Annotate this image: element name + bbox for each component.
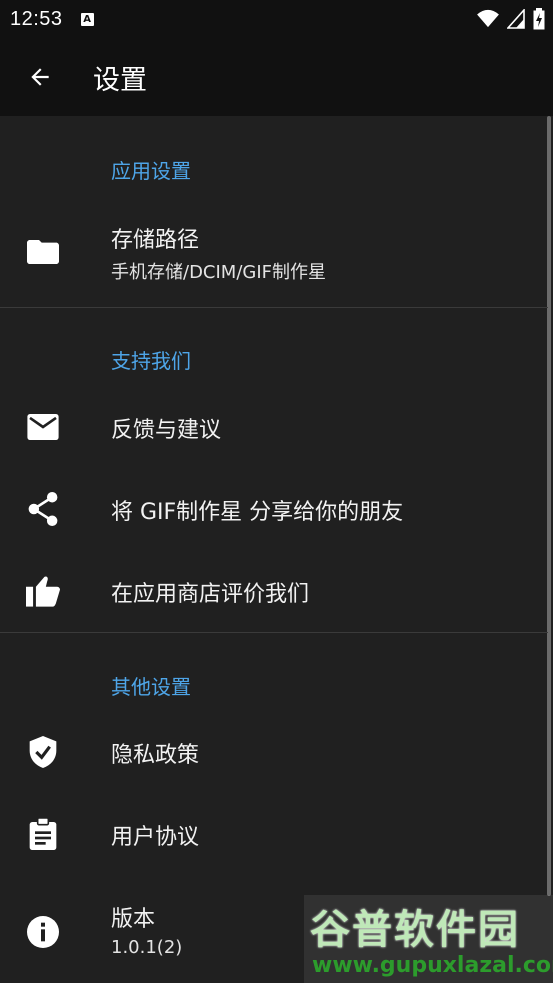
app-bar: 设置 [0,38,553,116]
watermark: 谷普软件园 www.gupuxlazal.com [304,895,553,983]
thumb-up-icon [26,574,60,608]
status-time: 12:53 [10,7,63,30]
signal-icon [507,9,525,29]
rate-item[interactable]: 在应用商店评价我们 [0,550,548,632]
watermark-name: 谷普软件园 [310,907,520,953]
status-icons [477,8,545,30]
wifi-icon [477,9,499,28]
storage-path-item[interactable]: 存储路径 手机存储/DCIM/GIF制作星 [0,208,548,298]
agreement-label: 用户协议 [111,825,200,850]
feedback-item[interactable]: 反馈与建议 [0,386,548,468]
shield-check-icon [26,735,60,769]
back-button[interactable] [0,38,80,116]
rate-label: 在应用商店评价我们 [111,582,310,607]
folder-icon [26,235,60,269]
battery-icon [533,8,545,30]
section-title-support: 支持我们 [111,349,191,373]
version-label: 版本 [111,907,156,932]
notification-icon: A [80,12,94,26]
page-title: 设置 [93,64,147,95]
feedback-label: 反馈与建议 [111,418,222,443]
privacy-item[interactable]: 隐私政策 [0,711,548,793]
section-title-app: 应用设置 [111,159,191,183]
storage-path-label: 存储路径 [111,228,200,253]
info-icon [26,915,60,949]
share-item[interactable]: 将 GIF制作星 分享给你的朋友 [0,468,548,550]
watermark-url: www.gupuxlazal.com [312,953,553,978]
divider [0,632,548,633]
mail-icon [26,410,60,444]
version-value: 1.0.1(2) [111,937,183,958]
section-title-other: 其他设置 [111,675,191,699]
share-icon [26,492,60,526]
share-label: 将 GIF制作星 分享给你的朋友 [111,500,404,525]
agreement-item[interactable]: 用户协议 [0,793,548,875]
clipboard-icon [26,817,60,851]
arrow-back-icon [31,68,49,86]
privacy-label: 隐私政策 [111,743,200,768]
status-bar: 12:53 A [0,0,553,38]
divider [0,307,548,308]
storage-path-value: 手机存储/DCIM/GIF制作星 [111,262,327,283]
